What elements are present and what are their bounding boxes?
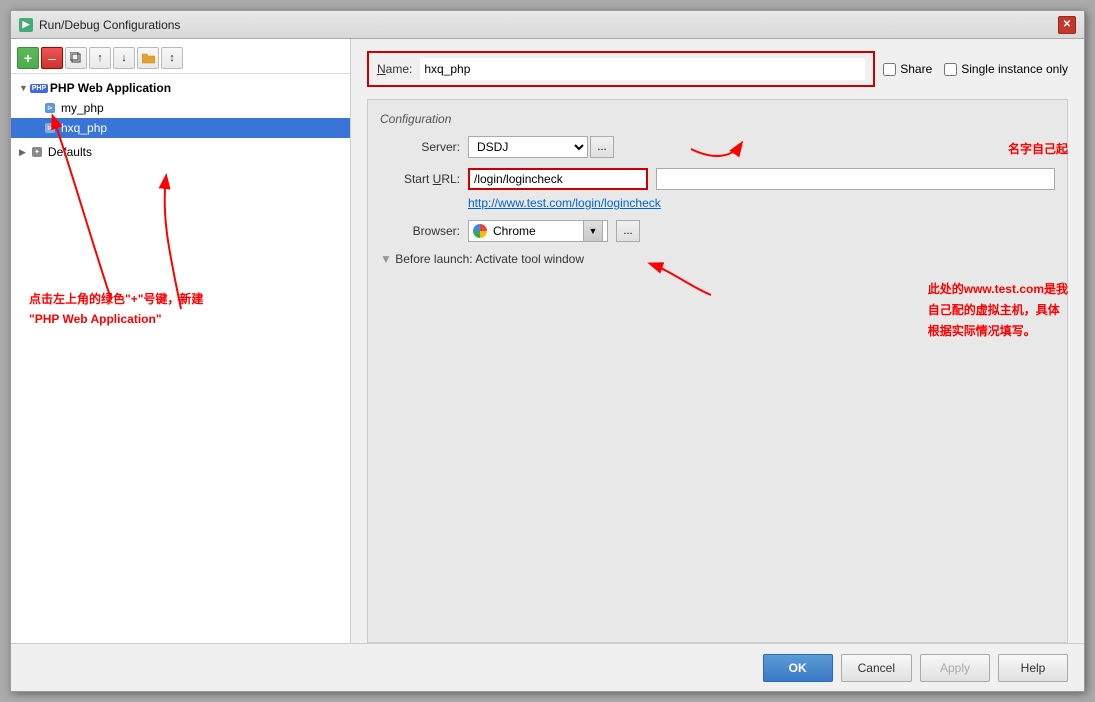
move-down-button[interactable]: ↓ xyxy=(113,47,135,69)
share-checkbox[interactable] xyxy=(883,63,896,76)
tree-item-defaults[interactable]: ▶ ✦ Defaults xyxy=(11,142,350,162)
single-instance-checkbox[interactable] xyxy=(944,63,957,76)
tree-item-php-web-application[interactable]: ▼ PHP PHP Web Application xyxy=(11,78,350,98)
share-label: Share xyxy=(900,62,932,76)
name-field-box: Name: xyxy=(367,51,875,87)
start-url-label: Start URL: xyxy=(380,172,460,186)
left-panel: + – ↑ ↓ ↕ ▼ PHP PHP Web xyxy=(11,39,351,643)
configuration-header: Configuration xyxy=(380,112,1055,126)
url-link[interactable]: http://www.test.com/login/logincheck xyxy=(468,196,661,210)
browser-dropdown-wrapper[interactable]: Chrome ▼ xyxy=(468,220,608,242)
chrome-icon xyxy=(473,224,487,238)
url-link-row: http://www.test.com/login/logincheck xyxy=(468,196,1055,210)
close-button[interactable]: ✕ xyxy=(1058,16,1076,34)
server-dropdown-wrapper: DSDJ ... xyxy=(468,136,614,158)
configuration-area: Configuration Server: DSDJ ... xyxy=(367,99,1068,643)
before-launch-text: ▼ Before launch: Activate tool window xyxy=(380,252,1055,266)
left-toolbar: + – ↑ ↓ ↕ xyxy=(11,43,350,74)
start-url-row: Start URL: xyxy=(380,168,1055,190)
server-ellipsis-button[interactable]: ... xyxy=(590,136,614,158)
right-panel: Name: Share Single instance only xyxy=(351,39,1084,643)
server-label: Server: xyxy=(380,140,460,154)
apply-button[interactable]: Apply xyxy=(920,654,990,682)
defaults-icon: ✦ xyxy=(30,145,44,159)
folder-button[interactable] xyxy=(137,47,159,69)
tree-child1-label: my_php xyxy=(61,101,104,115)
remove-button[interactable]: – xyxy=(41,47,63,69)
name-label: Name: xyxy=(377,62,412,76)
bottom-bar: OK Cancel Apply Help xyxy=(11,643,1084,691)
single-instance-label: Single instance only xyxy=(961,62,1068,76)
cancel-button[interactable]: Cancel xyxy=(841,654,912,682)
share-checkbox-item: Share xyxy=(883,62,932,76)
start-url-full-input[interactable] xyxy=(656,168,1055,190)
expand-arrow: ▼ xyxy=(19,83,28,93)
php-child-icon-1: ⊳ xyxy=(43,101,57,115)
tree-defaults-label: Defaults xyxy=(48,145,92,159)
ok-button[interactable]: OK xyxy=(763,654,833,682)
tree-item-hxq-php[interactable]: ⊳ hxq_php xyxy=(11,118,350,138)
single-instance-checkbox-item: Single instance only xyxy=(944,62,1068,76)
help-button[interactable]: Help xyxy=(998,654,1068,682)
server-select[interactable]: DSDJ xyxy=(468,136,588,158)
sort-button[interactable]: ↕ xyxy=(161,47,183,69)
dialog-title: Run/Debug Configurations xyxy=(39,18,180,32)
tree-root-label: PHP Web Application xyxy=(50,81,171,95)
tree-child2-label: hxq_php xyxy=(61,121,107,135)
name-input[interactable] xyxy=(420,58,865,80)
defaults-expand-arrow: ▶ xyxy=(19,147,26,158)
server-row: Server: DSDJ ... xyxy=(380,136,1055,158)
browser-ellipsis-button[interactable]: ... xyxy=(616,220,640,242)
share-options: Share Single instance only xyxy=(883,62,1068,76)
dialog-icon: ▶ xyxy=(19,18,33,32)
tree-item-my-php[interactable]: ⊳ my_php xyxy=(11,98,350,118)
browser-dropdown-arrow[interactable]: ▼ xyxy=(583,220,603,242)
php-root-icon: PHP xyxy=(32,81,46,95)
add-button[interactable]: + xyxy=(17,47,39,69)
copy-button[interactable] xyxy=(65,47,87,69)
start-url-input[interactable] xyxy=(468,168,648,190)
browser-label: Browser: xyxy=(380,224,460,238)
move-up-button[interactable]: ↑ xyxy=(89,47,111,69)
title-bar: ▶ Run/Debug Configurations ✕ xyxy=(11,11,1084,39)
browser-row: Browser: Chrome ▼ ... xyxy=(380,220,1055,242)
tree-area: ▼ PHP PHP Web Application ⊳ my_php xyxy=(11,74,350,639)
before-launch-label: Before launch: Activate tool window xyxy=(395,252,584,266)
browser-value-label: Chrome xyxy=(493,224,536,238)
php-child-icon-2: ⊳ xyxy=(43,121,57,135)
